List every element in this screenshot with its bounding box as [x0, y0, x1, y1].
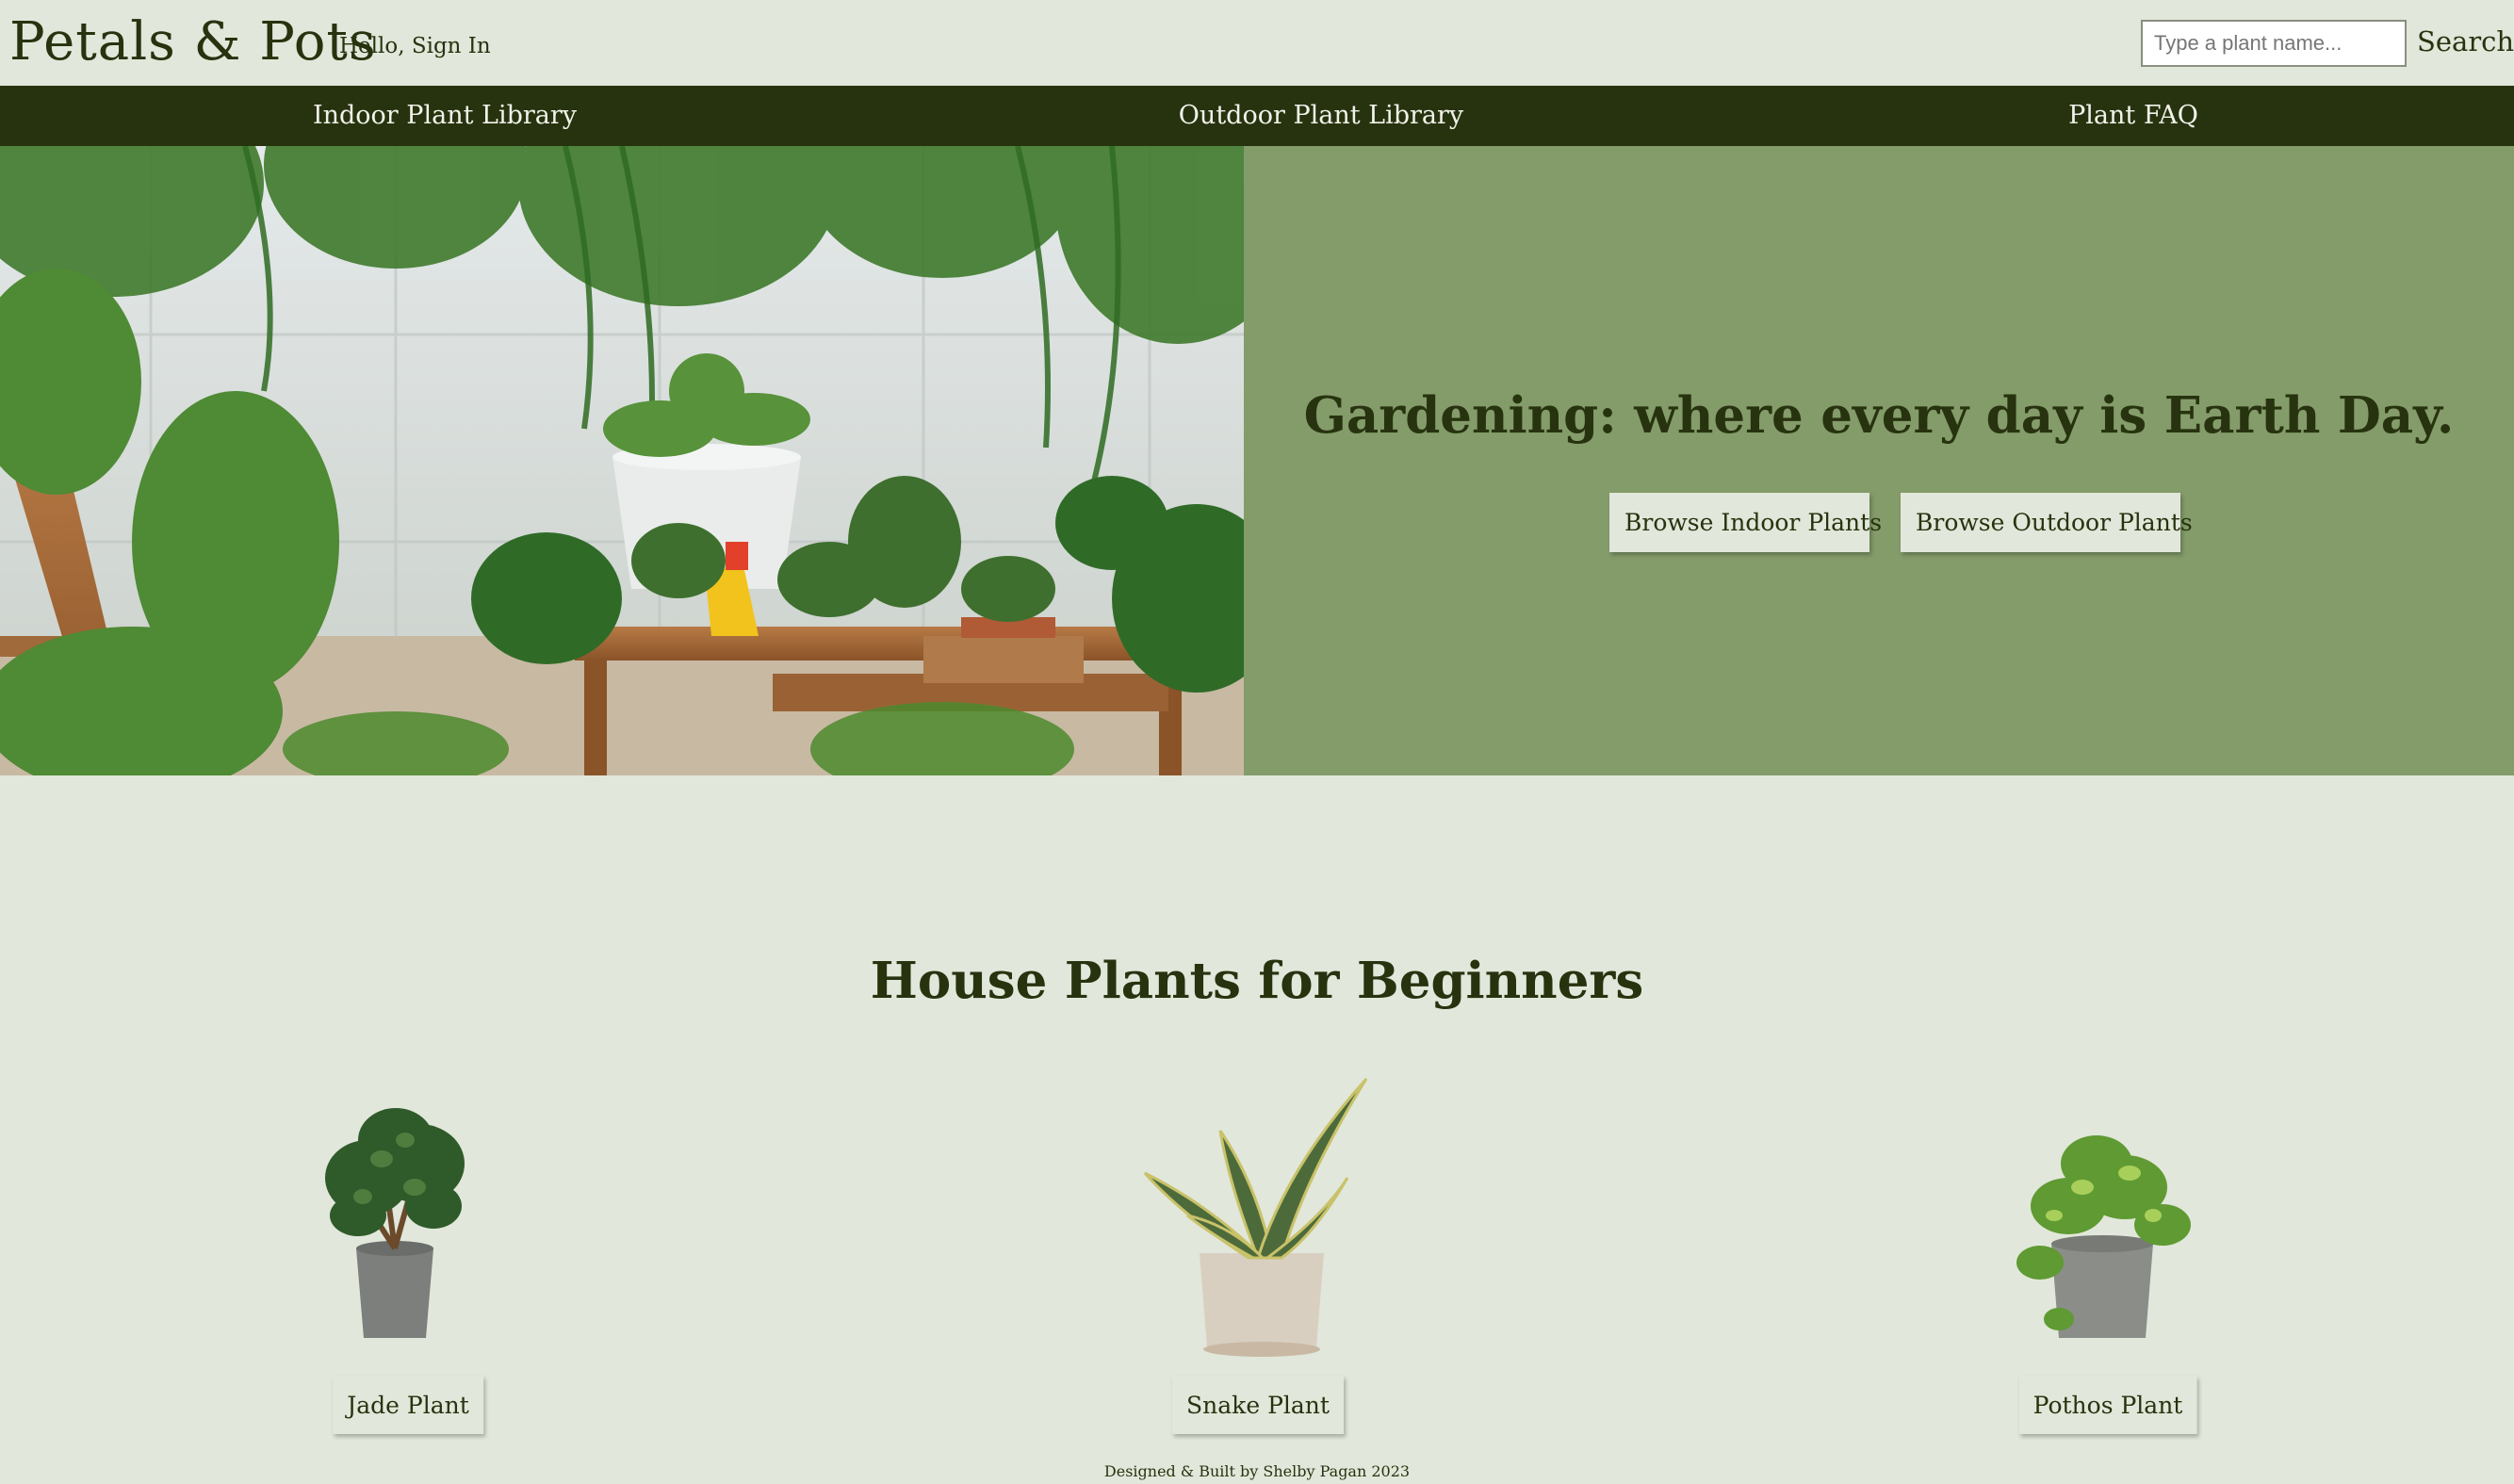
snake-plant-button[interactable]: Snake Plant	[1172, 1376, 1344, 1434]
jade-plant-illustration	[325, 1108, 465, 1338]
hero-title: Gardening: where every day is Earth Day.	[1303, 386, 2455, 445]
beginners-section-title: House Plants for Beginners	[870, 952, 1644, 1010]
site-logo[interactable]: Petals & Pots	[9, 11, 377, 73]
nav-indoor-plant-library[interactable]: Indoor Plant Library	[313, 101, 577, 130]
browse-outdoor-plants-button[interactable]: Browse Outdoor Plants	[1901, 493, 2193, 552]
pothos-plant-image[interactable]	[1965, 1074, 2247, 1357]
nav-plant-faq[interactable]: Plant FAQ	[2068, 101, 2198, 130]
nav-outdoor-plant-library[interactable]: Outdoor Plant Library	[1179, 101, 1463, 130]
snake-plant-image[interactable]	[1117, 1074, 1399, 1357]
footer-credit: Designed & Built by Shelby Pagan 2023	[1103, 1462, 1411, 1480]
jade-plant-button[interactable]: Jade Plant	[333, 1376, 483, 1434]
pothos-plant-illustration	[2016, 1135, 2191, 1338]
sign-in-link[interactable]: Hello, Sign In	[339, 34, 491, 58]
jade-plant-image[interactable]	[273, 1074, 556, 1357]
hero-panel: Gardening: where every day is Earth Day.…	[1244, 146, 2514, 775]
greenhouse-illustration	[0, 146, 1244, 775]
main-nav: Indoor Plant Library Outdoor Plant Libra…	[0, 86, 2514, 146]
site-header: Petals & Pots Hello, Sign In Search	[0, 0, 2514, 86]
hero-greenhouse-image	[0, 146, 1244, 775]
pothos-plant-button[interactable]: Pothos Plant	[2018, 1376, 2197, 1434]
browse-indoor-plants-button[interactable]: Browse Indoor Plants	[1609, 493, 1882, 552]
search-button[interactable]: Search	[2417, 25, 2514, 57]
snake-plant-illustration	[1143, 1077, 1368, 1357]
search-input[interactable]	[2141, 20, 2407, 67]
